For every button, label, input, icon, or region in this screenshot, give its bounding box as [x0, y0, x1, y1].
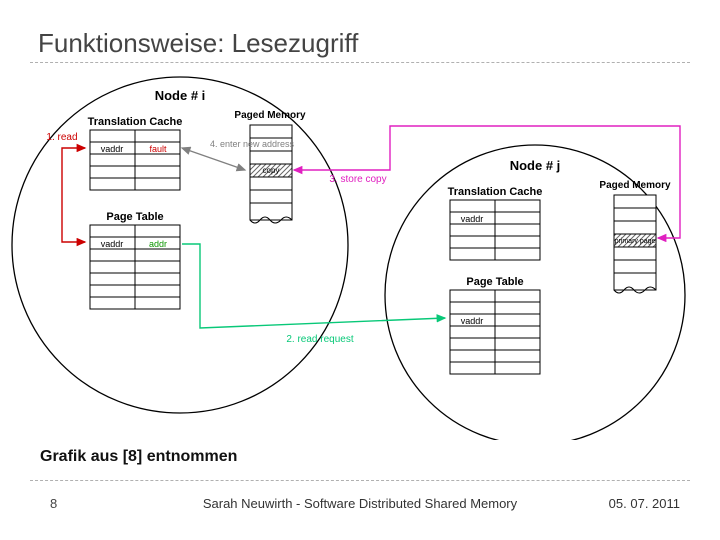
- slide-title: Funktionsweise: Lesezugriff: [38, 28, 358, 59]
- node-i-tc-title: Translation Cache: [88, 116, 183, 128]
- caption: Grafik aus [8] entnommen: [40, 448, 237, 466]
- node-i-tc-table: vaddr fault: [90, 130, 180, 190]
- svg-text:vaddr: vaddr: [461, 316, 484, 326]
- footer-divider: [30, 480, 690, 481]
- svg-text:primary page: primary page: [615, 238, 656, 245]
- node-i-pt-table: vaddr addr: [90, 225, 180, 309]
- arrow-4-label: 4. enter new address: [210, 139, 295, 149]
- node-i-pm-title: Paged Memory: [234, 110, 306, 121]
- node-i-pt-title: Page Table: [106, 211, 163, 223]
- svg-text:fault: fault: [149, 144, 167, 154]
- arrow-1-read: [62, 148, 85, 242]
- node-j-title: Node # j: [510, 158, 561, 173]
- node-j-tc-table: vaddr: [450, 200, 540, 260]
- svg-text:addr: addr: [149, 239, 167, 249]
- arrow-1-label: 1. read: [46, 132, 77, 143]
- node-j-pm-stack: primary page: [614, 195, 656, 293]
- arrow-2-read-request: [182, 244, 445, 328]
- arrow-2-label: 2. read request: [286, 334, 353, 345]
- arrow-3-label: 3. store copy: [329, 174, 386, 185]
- footer-date: 05. 07. 2011: [609, 496, 680, 511]
- svg-text:vaddr: vaddr: [461, 214, 484, 224]
- arrow-4-enter: [182, 148, 245, 170]
- svg-text:vaddr: vaddr: [101, 144, 124, 154]
- node-j-pm-title: Paged Memory: [599, 180, 671, 191]
- node-j-pt-table: vaddr: [450, 290, 540, 374]
- node-j-pt-title: Page Table: [466, 276, 523, 288]
- diagram-svg: Node # i Translation Cache vaddr fault P…: [0, 70, 720, 440]
- svg-text:copy: copy: [263, 166, 280, 175]
- svg-text:vaddr: vaddr: [101, 239, 124, 249]
- node-j-tc-title: Translation Cache: [448, 186, 543, 198]
- node-i-title: Node # i: [155, 88, 206, 103]
- title-divider: [30, 62, 690, 63]
